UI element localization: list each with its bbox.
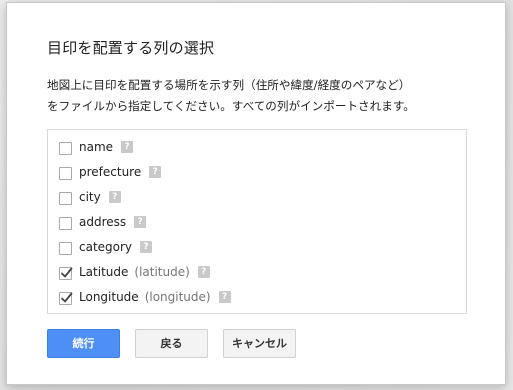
cancel-button[interactable]: キャンセル [223, 329, 296, 358]
checkbox[interactable] [59, 217, 72, 230]
checkbox-checked[interactable] [59, 292, 73, 305]
column-label[interactable]: address? [79, 215, 147, 229]
column-label[interactable]: Longitude (longitude)? [79, 290, 231, 304]
column-row-category[interactable]: category? [48, 236, 466, 261]
column-name: Longitude [79, 290, 139, 304]
description-line-2: をファイルから指定してください。すべての列がインポートされます。 [47, 99, 415, 113]
column-label[interactable]: prefecture? [79, 165, 162, 179]
checkbox[interactable] [59, 192, 72, 205]
description-line-1: 地図上に目印を配置する場所を示す列（住所や緯度/経度のペアなど） [47, 78, 411, 92]
column-label[interactable]: category? [79, 240, 153, 254]
column-list: name? prefecture? city? address? category? La… [47, 129, 467, 314]
column-name: category [79, 240, 133, 254]
column-alias: (longitude) [144, 290, 211, 304]
help-icon[interactable]: ? [197, 266, 210, 278]
column-label[interactable]: name? [79, 140, 134, 154]
column-row-city[interactable]: city? [48, 186, 466, 211]
checkbox[interactable] [59, 142, 72, 155]
help-icon[interactable]: ? [140, 241, 153, 253]
select-columns-dialog: 目印を配置する列の選択 地図上に目印を配置する場所を示す列（住所や緯度/経度のペ… [6, 2, 506, 385]
help-icon[interactable]: ? [218, 291, 231, 303]
column-label[interactable]: Latitude (latitude)? [79, 265, 210, 279]
help-icon[interactable]: ? [134, 216, 147, 228]
column-name: name [79, 140, 114, 154]
column-name: Latitude [79, 265, 129, 279]
column-name: prefecture [79, 165, 142, 179]
column-label[interactable]: city? [79, 190, 121, 204]
dialog-title: 目印を配置する列の選択 [47, 39, 215, 57]
checkmark-icon [61, 267, 73, 278]
help-icon[interactable]: ? [121, 141, 134, 153]
column-name: city [79, 190, 101, 204]
column-row-latitude[interactable]: Latitude (latitude)? [48, 261, 466, 286]
column-alias: (latitude) [134, 265, 190, 279]
column-row-address[interactable]: address? [48, 211, 466, 236]
dialog-description: 地図上に目印を配置する場所を示す列（住所や緯度/経度のペアなど） をファイルから… [47, 75, 415, 117]
column-row-prefecture[interactable]: prefecture? [48, 161, 466, 186]
checkbox[interactable] [59, 167, 72, 180]
checkbox-checked[interactable] [59, 267, 73, 280]
back-button[interactable]: 戻る [135, 329, 208, 358]
column-row-name[interactable]: name? [48, 136, 466, 161]
continue-button[interactable]: 続行 [47, 329, 120, 358]
column-name: address [79, 215, 127, 229]
column-row-longitude[interactable]: Longitude (longitude)? [48, 286, 466, 311]
help-icon[interactable]: ? [108, 191, 121, 203]
checkmark-icon [61, 292, 73, 303]
checkbox[interactable] [59, 242, 72, 255]
help-icon[interactable]: ? [149, 166, 162, 178]
